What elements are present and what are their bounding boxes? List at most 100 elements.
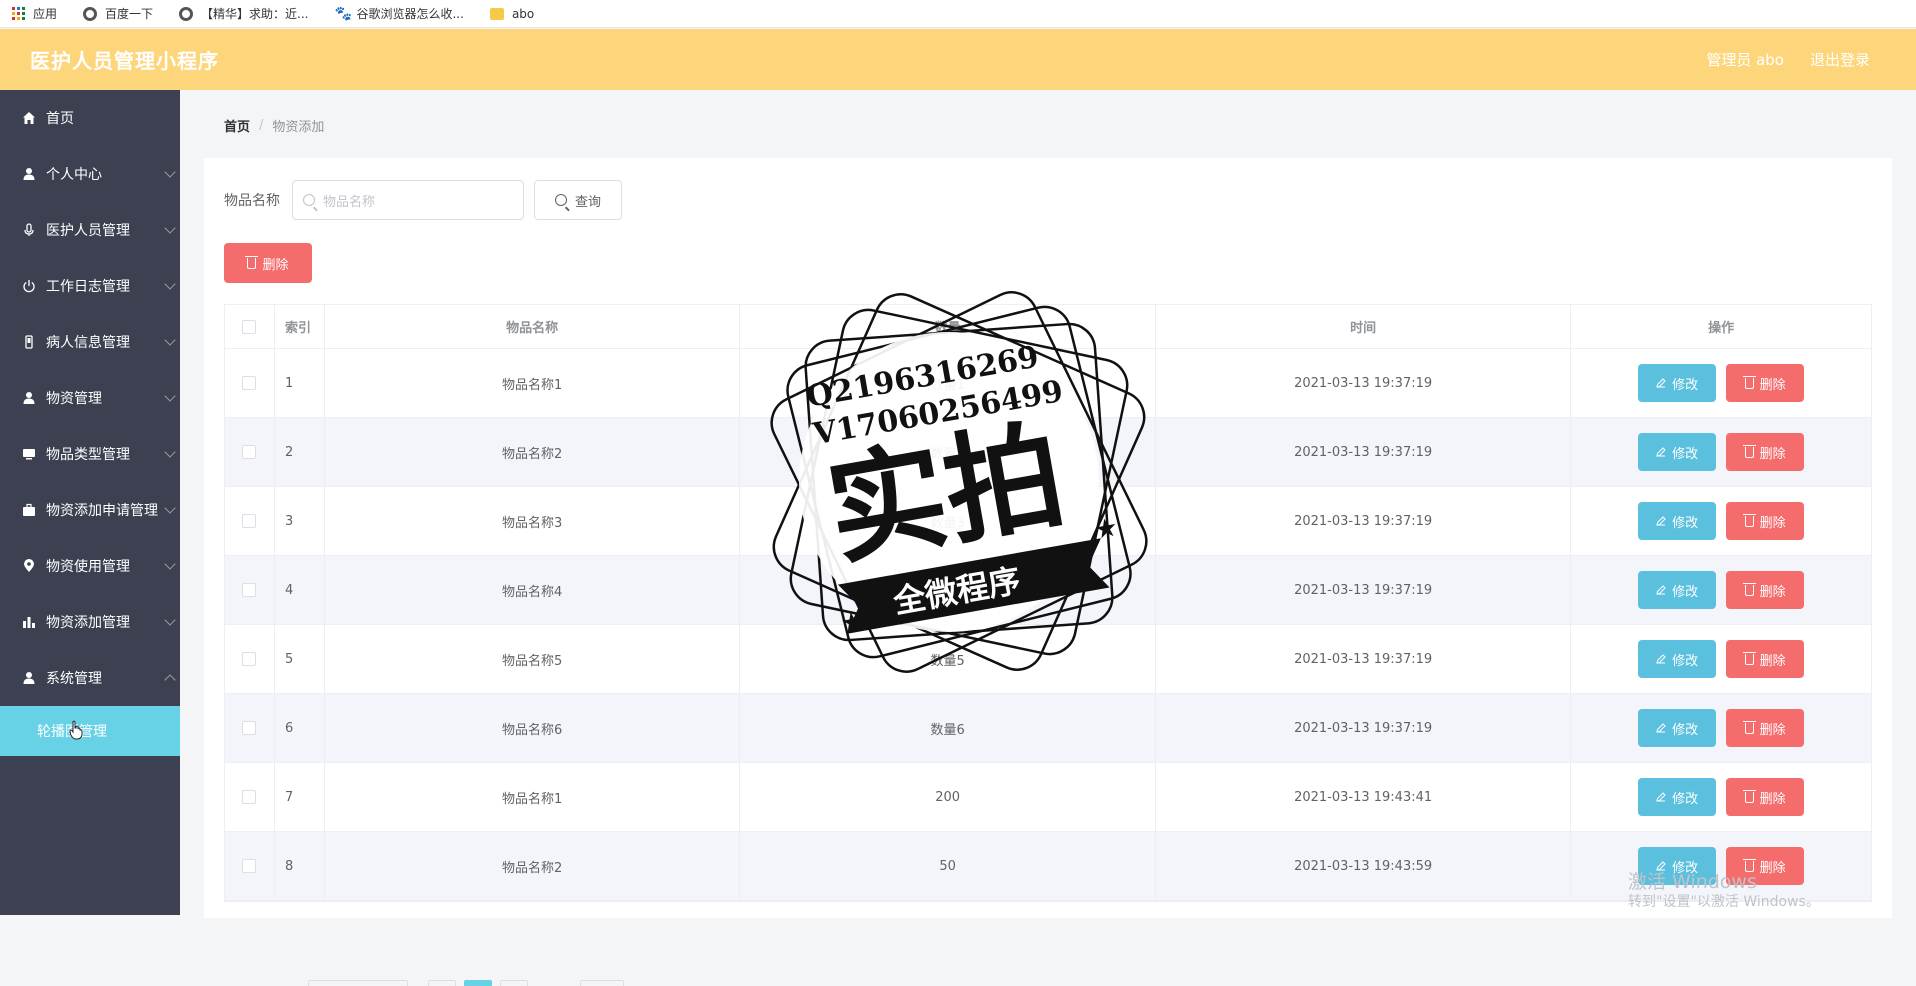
windows-activation-title: 激活 Windows	[1628, 871, 1757, 893]
sidebar-item-supply-usage[interactable]: 物资使用管理	[0, 538, 180, 594]
sidebar-item-item-types[interactable]: 物品类型管理	[0, 426, 180, 482]
cell-quantity: 数量5	[740, 625, 1156, 693]
delete-button[interactable]: 删除	[1726, 433, 1805, 471]
bookmark-baidu[interactable]: 百度一下	[83, 5, 153, 22]
cell-name: 物品名称2	[325, 418, 741, 486]
sidebar-item-label: 首页	[46, 111, 74, 127]
sidebar-item-medical-staff[interactable]: 医护人员管理	[0, 202, 180, 258]
cell-time: 2021-03-13 19:37:19	[1156, 694, 1572, 762]
delete-button[interactable]: 删除	[1726, 502, 1805, 540]
sidebar-item-work-log[interactable]: 工作日志管理	[0, 258, 180, 314]
cell-name: 物品名称5	[325, 625, 741, 693]
sidebar-item-label: 个人中心	[46, 167, 102, 183]
delete-button[interactable]: 删除	[1726, 640, 1805, 678]
edit-button[interactable]: 修改	[1638, 364, 1717, 402]
header-quantity: 数量	[740, 305, 1156, 348]
page-jump-input[interactable]	[580, 980, 624, 986]
search-icon	[554, 194, 567, 206]
bookmark-apps[interactable]: 应用	[12, 5, 57, 22]
header-name: 物品名称	[325, 305, 741, 348]
breadcrumb-separator: /	[259, 118, 264, 133]
table-row: 4 物品名称4 数量4 2021-03-13 19:37:19 修改 删除	[225, 556, 1871, 625]
trash-icon	[1742, 513, 1756, 527]
delete-button[interactable]: 删除	[1726, 709, 1805, 747]
search-placeholder: 物品名称	[323, 194, 376, 210]
cell-quantity: 数量2	[740, 418, 1156, 486]
prev-page-button[interactable]	[428, 980, 456, 986]
edit-button[interactable]: 修改	[1638, 571, 1717, 609]
chevron-down-icon	[164, 334, 176, 346]
bookmark-chrome[interactable]: 🐾 谷歌浏览器怎么收...	[334, 5, 463, 22]
select-all-checkbox[interactable]	[242, 319, 257, 334]
sidebar-item-label: 系统管理	[46, 671, 102, 687]
table-row: 6 物品名称6 数量6 2021-03-13 19:37:19 修改 删除	[225, 694, 1871, 763]
edit-button[interactable]: 修改	[1638, 502, 1717, 540]
sidebar-item-personal[interactable]: 个人中心	[0, 146, 180, 202]
chevron-down-icon	[164, 278, 176, 290]
sidebar-item-home[interactable]: 首页	[0, 90, 180, 146]
trash-icon	[1742, 789, 1756, 803]
cell-time: 2021-03-13 19:43:41	[1156, 763, 1572, 831]
edit-button[interactable]: 修改	[1638, 778, 1717, 816]
breadcrumb: 首页 / 物资添加	[224, 116, 324, 135]
cell-name: 物品名称1	[325, 763, 741, 831]
row-checkbox[interactable]	[242, 376, 257, 390]
sidebar-item-supplies[interactable]: 物资管理	[0, 370, 180, 426]
batch-delete-label: 删除	[262, 257, 289, 273]
trash-icon	[245, 255, 259, 269]
cell-actions: 修改 删除	[1571, 349, 1871, 417]
app-header: 医护人员管理小程序 管理员 abo 退出登录	[0, 29, 1916, 90]
delete-button[interactable]: 删除	[1726, 778, 1805, 816]
cell-index: 3	[275, 487, 325, 555]
row-checkbox[interactable]	[242, 583, 257, 597]
row-checkbox[interactable]	[242, 514, 257, 528]
delete-button[interactable]: 删除	[1726, 364, 1805, 402]
search-input[interactable]: 物品名称	[292, 180, 524, 220]
bookmarks-bar: 应用 百度一下 【精华】求助：近... 🐾 谷歌浏览器怎么收... abo	[0, 0, 1916, 28]
chevron-down-icon	[164, 390, 176, 402]
chevron-down-icon	[164, 166, 176, 178]
sidebar-item-label: 物资管理	[46, 391, 102, 407]
sidebar-item-supply-requests[interactable]: 物资添加申请管理	[0, 482, 180, 538]
sidebar-item-label: 医护人员管理	[46, 223, 130, 239]
pencil-icon	[1656, 516, 1666, 526]
row-checkbox[interactable]	[242, 721, 257, 735]
delete-button-label: 删除	[1759, 722, 1786, 738]
edit-button[interactable]: 修改	[1638, 709, 1717, 747]
search-button[interactable]: 查询	[534, 180, 622, 220]
globe-icon	[83, 6, 98, 21]
bookmark-help[interactable]: 【精华】求助：近...	[179, 5, 308, 22]
chevron-down-icon	[164, 502, 176, 514]
cell-time: 2021-03-13 19:37:19	[1156, 556, 1572, 624]
row-checkbox[interactable]	[242, 445, 257, 459]
logout-link[interactable]: 退出登录	[1810, 49, 1870, 70]
row-checkbox[interactable]	[242, 790, 257, 804]
windows-activation-notice: 激活 Windows 转到"设置"以激活 Windows。	[1628, 872, 1820, 912]
page-number-active[interactable]	[464, 980, 492, 986]
delete-button[interactable]: 删除	[1726, 571, 1805, 609]
cell-quantity: 50	[740, 832, 1156, 900]
page-size-select[interactable]	[308, 980, 408, 986]
cell-name: 物品名称1	[325, 349, 741, 417]
edit-button[interactable]: 修改	[1638, 433, 1717, 471]
row-checkbox[interactable]	[242, 859, 257, 873]
batch-delete-button[interactable]: 删除	[224, 243, 312, 283]
next-page-button[interactable]	[500, 980, 528, 986]
sidebar-subitem-carousel[interactable]: 轮播图管理	[0, 706, 180, 756]
trash-icon	[1742, 858, 1756, 872]
breadcrumb-current: 物资添加	[272, 120, 325, 135]
cell-quantity: 数量1	[740, 349, 1156, 417]
sidebar-item-system[interactable]: 系统管理	[0, 650, 180, 706]
sidebar-item-supply-add[interactable]: 物资添加管理	[0, 594, 180, 650]
cell-actions: 修改 删除	[1571, 694, 1871, 762]
sidebar-item-patient-info[interactable]: 病人信息管理	[0, 314, 180, 370]
cell-quantity: 200	[740, 763, 1156, 831]
row-checkbox[interactable]	[242, 652, 257, 666]
edit-button[interactable]: 修改	[1638, 640, 1717, 678]
sidebar-item-label: 病人信息管理	[46, 335, 130, 351]
edit-button-label: 修改	[1672, 584, 1699, 600]
breadcrumb-home[interactable]: 首页	[224, 116, 250, 135]
bookmark-abo[interactable]: abo	[489, 7, 534, 21]
device-icon	[22, 335, 36, 349]
trash-icon	[1742, 582, 1756, 596]
